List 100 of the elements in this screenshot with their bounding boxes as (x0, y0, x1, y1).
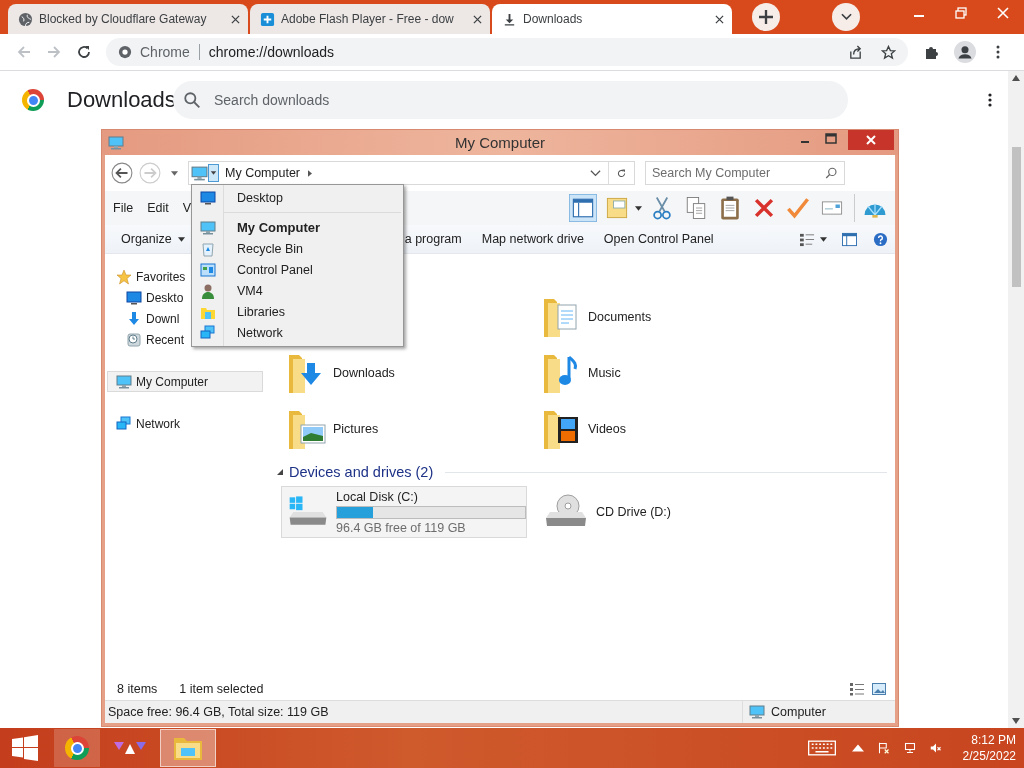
network-icon[interactable] (903, 742, 916, 754)
search-field[interactable]: Search downloads (173, 81, 848, 119)
folder-name: Documents (588, 310, 652, 324)
share-icon[interactable] (848, 44, 863, 60)
folder-name: Music (588, 366, 621, 380)
chrome-logo-icon (65, 736, 89, 760)
plus-icon (759, 10, 773, 24)
dropdown-item[interactable]: Desktop (192, 187, 403, 208)
star-icon[interactable] (881, 44, 896, 60)
browser-tab[interactable]: Adobe Flash Player - Free - dow (250, 4, 490, 34)
pane-icon[interactable] (841, 231, 858, 247)
preview-pane-button[interactable] (569, 194, 597, 222)
site-label: Chrome (140, 44, 190, 60)
new-tab-button[interactable] (752, 3, 780, 31)
computer-icon (116, 373, 132, 390)
windows-logo-icon[interactable] (12, 735, 38, 761)
location-label: Computer (771, 705, 826, 719)
nav-item[interactable]: Network (107, 413, 263, 434)
menu-item[interactable]: File (113, 201, 134, 215)
caret-icon[interactable] (171, 170, 178, 176)
search-field[interactable]: Search My Computer (645, 161, 845, 185)
tab-title: Adobe Flash Player - Free - dow (281, 12, 455, 26)
drive-name: CD Drive (D:) (596, 505, 671, 519)
scrollbar-thumb[interactable] (1011, 147, 1021, 287)
dropdown-item[interactable]: Libraries (192, 301, 403, 322)
caret-icon (177, 236, 185, 242)
dropdown-item[interactable]: My Computer (192, 217, 403, 238)
triangles-icon (114, 740, 146, 756)
caret-icon[interactable] (635, 205, 642, 211)
browser-tab[interactable]: Downloads (492, 4, 732, 34)
download-icon (502, 11, 517, 27)
person-icon (200, 282, 216, 299)
back-button[interactable] (111, 162, 133, 184)
puzzle-piece-icon[interactable] (924, 44, 940, 60)
tab-title: Blocked by Cloudflare Gateway (39, 12, 208, 26)
details-view-icon[interactable] (849, 682, 865, 696)
dropdown-item[interactable]: Network (192, 322, 403, 343)
browser-tab[interactable]: Blocked by Cloudflare Gateway (8, 4, 248, 34)
nav-label: Network (136, 416, 180, 431)
close-icon[interactable] (231, 14, 240, 24)
chrome-logo-icon (118, 45, 132, 59)
clock-time[interactable]: 8:12 PM (971, 732, 1016, 748)
thumbnail-view-icon[interactable] (871, 682, 887, 696)
dropdown-item[interactable]: Control Panel (192, 259, 403, 280)
group-header[interactable]: Devices and drives (2) (289, 464, 434, 480)
dropdown-item[interactable]: VM4 (192, 280, 403, 301)
menu-item[interactable]: Edit (147, 201, 169, 215)
flag-icon[interactable] (877, 742, 890, 754)
close-icon[interactable] (473, 14, 482, 24)
command-button[interactable]: Map network drive (471, 229, 594, 249)
nav-item[interactable]: My Computer (107, 371, 263, 392)
maximize-icon[interactable] (955, 7, 967, 19)
folder-item[interactable]: Downloads (287, 348, 542, 398)
dropdown-item[interactable]: Recycle Bin (192, 238, 403, 259)
chevron-up-icon[interactable] (851, 742, 864, 754)
item-count: 8 items (117, 682, 158, 696)
space-info: Space free: 96.4 GB, Total size: 119 GB (108, 705, 330, 719)
view-options-icon[interactable] (799, 231, 816, 247)
collapse-icon[interactable] (277, 469, 283, 475)
nav-label: Downl (146, 311, 180, 326)
nav-label: My Computer (136, 374, 209, 389)
muted-speaker-icon[interactable] (929, 742, 942, 754)
command-button[interactable]: Open Control Panel (593, 229, 724, 249)
drive-item[interactable]: CD Drive (D:) (537, 486, 783, 538)
keyboard-icon[interactable] (807, 740, 836, 756)
scroll-up-arrow-icon[interactable] (1012, 75, 1020, 81)
dropdown-toggle-icon[interactable] (208, 164, 219, 182)
monitor-icon (126, 289, 142, 306)
menu-item[interactable]: V (182, 201, 192, 215)
network-icon (116, 415, 132, 432)
control-panel-icon (200, 261, 216, 278)
page-title: Downloads (67, 87, 173, 113)
folder-name: Videos (588, 422, 626, 436)
folder-item[interactable]: Pictures (287, 404, 542, 454)
drive-item[interactable]: Local Disk (C:) 96.4 GB free of 119 GB (281, 486, 527, 538)
close-button[interactable] (848, 130, 894, 150)
folder-item[interactable]: Videos (542, 404, 797, 454)
refresh-icon[interactable] (616, 167, 627, 179)
command-button[interactable]: Organize (111, 229, 195, 249)
drive-name: Local Disk (C:) (336, 489, 419, 504)
chevron-down-icon[interactable] (590, 167, 601, 179)
scrollbar[interactable] (1008, 71, 1024, 728)
chevron-right-icon[interactable] (308, 169, 313, 177)
folder-item[interactable]: Documents (542, 292, 797, 342)
caret-icon[interactable] (820, 236, 827, 242)
taskbar-button[interactable] (54, 729, 100, 767)
globe-icon (18, 11, 33, 27)
folder-item[interactable]: Music (542, 348, 797, 398)
close-icon[interactable] (715, 14, 724, 24)
help-icon[interactable] (872, 231, 889, 247)
reload-icon[interactable] (76, 44, 92, 60)
address-bar[interactable]: Chrome chrome://downloads (106, 38, 908, 66)
tab-search-button[interactable] (832, 3, 860, 31)
breadcrumb[interactable]: My Computer (225, 166, 301, 180)
scroll-down-arrow-icon[interactable] (1012, 718, 1020, 724)
computer-icon (108, 134, 124, 151)
profile-avatar-icon[interactable] (954, 41, 976, 63)
download-arrow-icon (126, 310, 142, 327)
computer-icon (200, 219, 216, 236)
clock-date[interactable]: 2/25/2022 (962, 748, 1016, 764)
